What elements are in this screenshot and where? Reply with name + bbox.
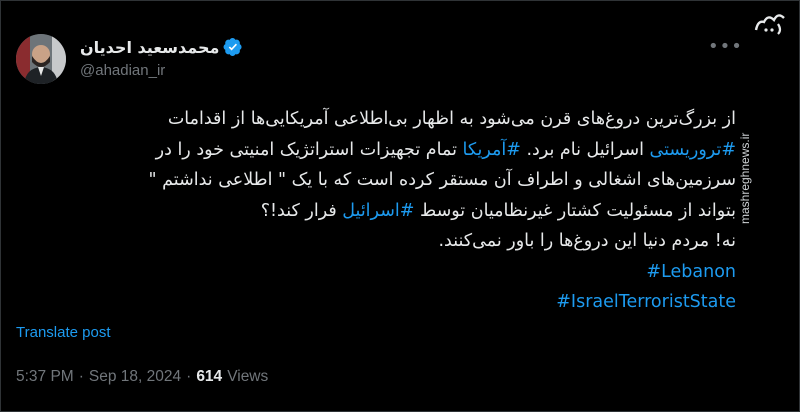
watermark-url: mashreghnews.ir: [738, 132, 752, 224]
tweet-text-segment: بتواند از مسئولیت کشتار غیرنظامیان توسط: [414, 200, 736, 221]
tweet-line: بتواند از مسئولیت کشتار غیرنظامیان توسط …: [56, 196, 736, 227]
tweet-text-segment: اسرائیل نام برد.: [520, 139, 650, 160]
tweet-text-segment: فرار کند!؟: [260, 200, 343, 221]
tweet-text-segment: نه! مردم دنیا این دروغ‌ها را باور نمی‌کن…: [438, 231, 736, 251]
meta-separator: ·: [78, 368, 84, 385]
meta-separator: ·: [186, 368, 192, 385]
tweet-line: #Lebanon: [56, 257, 736, 288]
tweet-line: #تروریستی اسرائیل نام برد. #آمریکا تمام …: [56, 135, 736, 166]
avatar[interactable]: [16, 34, 66, 84]
hashtag-link[interactable]: #IsraelTerroristState: [556, 292, 736, 312]
tweet-line: از بزرگ‌ترین دروغ‌های قرن می‌شود به اظها…: [56, 104, 736, 135]
views-count: 614: [196, 368, 223, 385]
watermark: [744, 0, 800, 412]
hashtag-link[interactable]: #آمریکا: [463, 140, 521, 160]
more-options-icon[interactable]: •••: [708, 36, 743, 57]
views-label: Views: [227, 368, 269, 385]
verified-badge-icon: [223, 37, 243, 57]
tweet-text-segment: تمام تجهیزات استراتژیک امنیتی خود را در: [155, 139, 463, 160]
hashtag-link[interactable]: #اسرائیل: [342, 201, 414, 221]
tweet-date[interactable]: Sep 18, 2024: [89, 368, 181, 386]
author-display-name[interactable]: محمدسعید احدیان: [80, 38, 219, 57]
tweet-text: از بزرگ‌ترین دروغ‌های قرن می‌شود به اظها…: [56, 104, 736, 318]
tweet-line: #IsraelTerroristState: [56, 287, 736, 318]
tweet-line: نه! مردم دنیا این دروغ‌ها را باور نمی‌کن…: [56, 226, 736, 257]
tweet-text-segment: سرزمین‌های اشغالی و اطراف آن مستقر کرده …: [148, 170, 736, 190]
translate-post-link[interactable]: Translate post: [16, 324, 111, 341]
tweet-metadata: 5:37 PM · Sep 18, 2024 · 614 Views: [16, 368, 268, 386]
hashtag-link[interactable]: #Lebanon: [646, 262, 736, 282]
author-name-row: محمدسعید احدیان: [80, 36, 243, 58]
mashregh-logo-icon: [754, 14, 785, 35]
tweet-text-segment: از بزرگ‌ترین دروغ‌های قرن می‌شود به اظها…: [167, 109, 736, 129]
author-handle[interactable]: @ahadian_ir: [80, 62, 165, 79]
hashtag-link[interactable]: #تروریستی: [650, 140, 736, 160]
tweet-line: سرزمین‌های اشغالی و اطراف آن مستقر کرده …: [56, 165, 736, 196]
tweet-time[interactable]: 5:37 PM: [16, 368, 74, 386]
